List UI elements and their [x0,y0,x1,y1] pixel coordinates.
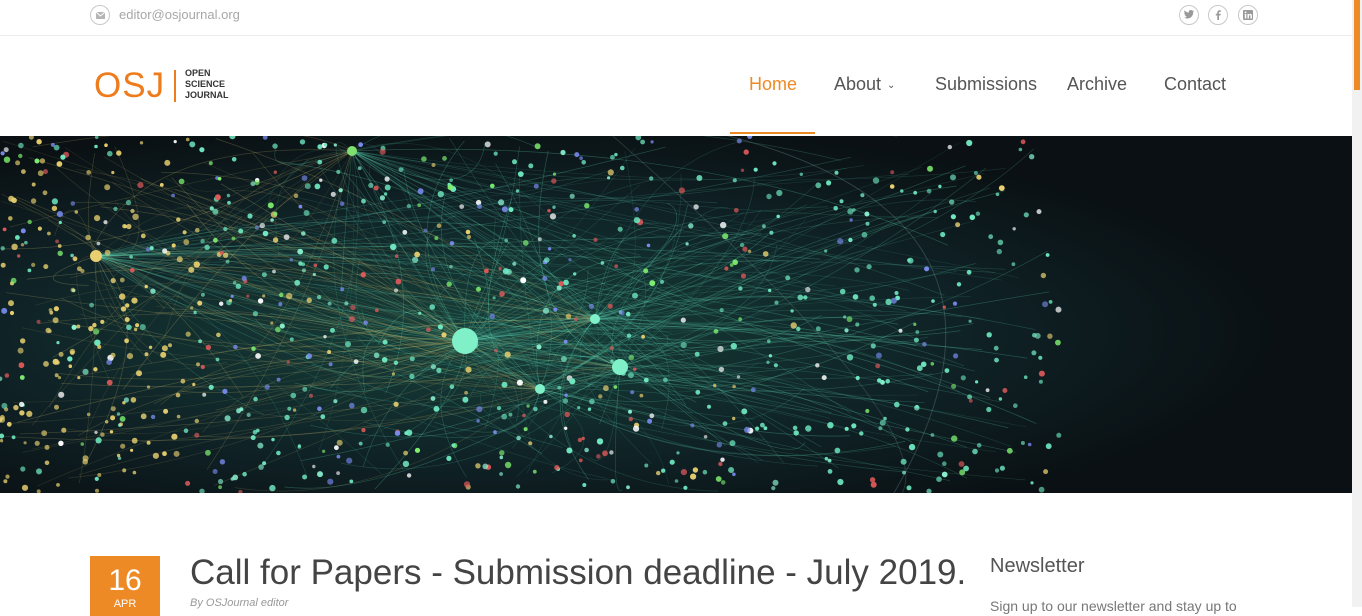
mail-icon [90,5,110,25]
nav-submissions[interactable]: Submissions [935,74,1037,95]
logo-line-2: SCIENCE [185,79,226,89]
post-date-day: 16 [108,564,142,597]
site-header: OSJ OPEN SCIENCE JOURNAL Home About ⌄ Sub… [0,36,1352,136]
post-date-month: APR [113,598,137,610]
post-date-badge: 16 APR [90,556,160,616]
page-scrollbar[interactable] [1352,0,1362,607]
logo-text: OPEN SCIENCE JOURNAL [185,68,229,101]
logo-divider [174,70,176,102]
logo-line-1: OPEN [185,68,211,78]
nav-about-label: About [834,74,882,94]
nav-archive[interactable]: Archive [1067,74,1127,95]
nav-contact[interactable]: Contact [1164,74,1226,95]
newsletter-description: Sign up to our newsletter and stay up to [990,598,1237,614]
logo-mark: OSJ [94,66,166,105]
hero-banner [0,136,1352,493]
network-graph-image [0,136,1352,493]
newsletter-heading: Newsletter [990,555,1085,577]
facebook-icon[interactable] [1208,5,1228,25]
post-title-link[interactable]: Call for Papers - Submission deadline - … [190,553,966,593]
nav-about[interactable]: About ⌄ [834,74,895,95]
top-bar: editor@osjournal.org [0,0,1352,36]
active-nav-indicator [730,132,815,134]
nav-home[interactable]: Home [749,74,797,95]
logo-line-3: JOURNAL [185,90,229,100]
scrollbar-thumb[interactable] [1354,0,1360,90]
twitter-icon[interactable] [1179,5,1199,25]
post-author-meta: By OSJournal editor [190,597,289,609]
chevron-down-icon: ⌄ [887,79,896,91]
linkedin-icon[interactable] [1238,5,1258,25]
contact-email-link[interactable]: editor@osjournal.org [119,7,240,22]
